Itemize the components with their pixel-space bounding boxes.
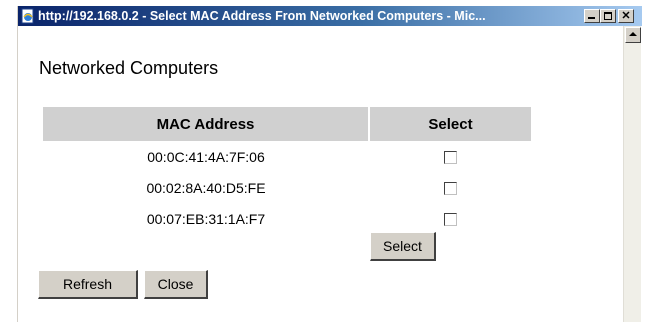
mac-address-cell: 00:02:8A:40:D5:FE	[146, 179, 266, 196]
column-header-select: Select	[369, 107, 531, 141]
select-checkbox[interactable]	[443, 213, 457, 227]
close-window-button[interactable]: ✕	[618, 9, 634, 23]
select-checkbox[interactable]	[443, 151, 457, 165]
close-icon: ✕	[621, 10, 631, 22]
table-row: 00:07:EB:31:1A:F7	[43, 203, 531, 234]
table-header-row: MAC Address Select	[43, 107, 531, 141]
title-bar[interactable]: http://192.168.0.2 - Select MAC Address …	[18, 6, 642, 26]
select-cell	[369, 141, 531, 172]
table-row: 00:0C:41:4A:7F:06	[43, 141, 531, 172]
window-title: http://192.168.0.2 - Select MAC Address …	[38, 9, 486, 23]
select-cell	[369, 203, 531, 234]
select-button[interactable]: Select	[370, 232, 436, 261]
mac-address-table: MAC Address Select 00:0C:41:4A:7F:06 00:…	[43, 107, 531, 234]
vertical-scrollbar[interactable]	[623, 26, 641, 322]
scroll-up-arrow-icon[interactable]	[625, 27, 641, 43]
minimize-button[interactable]	[584, 9, 600, 23]
table-row: 00:02:8A:40:D5:FE	[43, 172, 531, 203]
popup-window: http://192.168.0.2 - Select MAC Address …	[17, 6, 642, 322]
select-checkbox[interactable]	[443, 182, 457, 196]
close-button[interactable]: Close	[144, 270, 208, 299]
column-header-mac: MAC Address	[43, 107, 370, 141]
mac-address-cell: 00:07:EB:31:1A:F7	[146, 210, 266, 227]
page-title: Networked Computers	[39, 58, 219, 78]
ie-page-icon	[21, 8, 34, 24]
refresh-button[interactable]: Refresh	[38, 270, 138, 299]
mac-address-cell: 00:0C:41:4A:7F:06	[147, 148, 265, 165]
select-cell	[369, 172, 531, 203]
maximize-button[interactable]	[600, 9, 616, 23]
